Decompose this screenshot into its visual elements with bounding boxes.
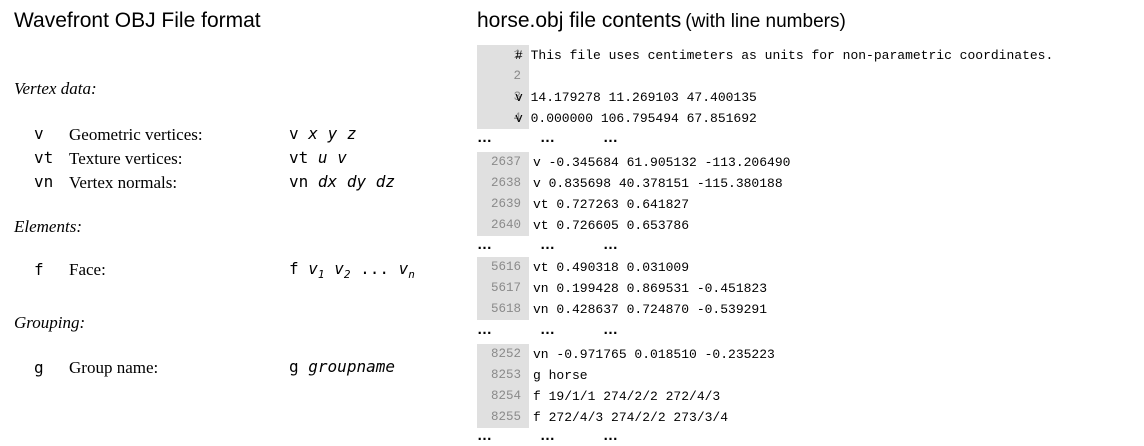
line-number: 5618 xyxy=(490,302,521,316)
vertex-syntax-vt: vt u v xyxy=(289,148,347,167)
vertex-data-heading: Vertex data: xyxy=(14,79,97,98)
vertex-kw-v: v xyxy=(34,124,44,143)
line-number: 8253 xyxy=(490,368,521,382)
line-number: 8254 xyxy=(490,389,521,403)
right-title: horse.obj file contents (with line numbe… xyxy=(477,9,846,33)
vertex-desc-v: Geometric vertices: xyxy=(69,125,203,144)
ellipsis: … xyxy=(540,236,556,253)
line-number: 2640 xyxy=(490,218,521,232)
code-line: vn 0.199428 0.869531 -0.451823 xyxy=(533,281,768,296)
right-title-main: horse.obj file contents xyxy=(477,9,682,32)
line-number: 5617 xyxy=(490,281,521,295)
line-number: 8255 xyxy=(490,410,521,424)
code-line: vt 0.490318 0.031009 xyxy=(533,260,690,275)
line-number: 2637 xyxy=(490,155,521,169)
vertex-kw-vt: vt xyxy=(34,148,54,167)
ellipsis: … xyxy=(540,427,556,444)
grouping-kw-g: g xyxy=(34,358,44,377)
ellipsis: … xyxy=(603,236,619,253)
line-number: 2 xyxy=(513,69,521,83)
line-number: 5616 xyxy=(490,260,521,274)
vertex-desc-vn: Vertex normals: xyxy=(69,173,178,192)
elements-desc-f: Face: xyxy=(69,260,106,279)
ellipsis: … xyxy=(603,129,619,146)
ellipsis: … xyxy=(477,236,493,253)
line-number: 8252 xyxy=(490,347,521,361)
elements-heading: Elements: xyxy=(14,217,82,236)
grouping-syntax-g: g groupname xyxy=(289,357,395,376)
code-line: vt 0.727263 0.641827 xyxy=(533,197,690,212)
ellipsis: … xyxy=(477,427,493,444)
vertex-syntax-vn: vn dx dy dz xyxy=(289,172,395,191)
elements-kw-f: f xyxy=(34,260,44,279)
code-line: g horse xyxy=(533,368,588,383)
ellipsis: … xyxy=(540,129,556,146)
code-line: vt 0.726605 0.653786 xyxy=(533,218,690,233)
grouping-desc-g: Group name: xyxy=(69,358,159,377)
ellipsis: … xyxy=(477,129,493,146)
line-number: 2639 xyxy=(490,197,521,211)
code-line: v 14.179278 11.269103 47.400135 xyxy=(515,90,757,105)
left-title: Wavefront OBJ File format xyxy=(14,9,261,32)
ellipsis: … xyxy=(540,321,556,338)
vertex-desc-vt: Texture vertices: xyxy=(69,149,183,168)
vertex-kw-vn: vn xyxy=(34,172,54,191)
code-line: f 19/1/1 274/2/2 272/4/3 xyxy=(533,389,721,404)
code-line: f 272/4/3 274/2/2 273/3/4 xyxy=(533,410,729,425)
ellipsis: … xyxy=(603,427,619,444)
right-title-sub: (with line numbers) xyxy=(685,11,846,32)
grouping-heading: Grouping: xyxy=(14,313,86,332)
code-line: v 0.000000 106.795494 67.851692 xyxy=(515,111,757,126)
code-line: # This file uses centimeters as units fo… xyxy=(515,48,1054,63)
ellipsis: … xyxy=(603,321,619,338)
ellipsis: … xyxy=(477,321,493,338)
code-line: v -0.345684 61.905132 -113.206490 xyxy=(533,155,791,170)
elements-syntax-f: f v1 v2 ... vn xyxy=(289,259,415,281)
code-line: vn 0.428637 0.724870 -0.539291 xyxy=(533,302,768,317)
code-line: vn -0.971765 0.018510 -0.235223 xyxy=(533,347,775,362)
line-number: 2638 xyxy=(490,176,521,190)
vertex-syntax-v: v x y z xyxy=(289,124,357,143)
code-line: v 0.835698 40.378151 -115.380188 xyxy=(533,176,783,191)
